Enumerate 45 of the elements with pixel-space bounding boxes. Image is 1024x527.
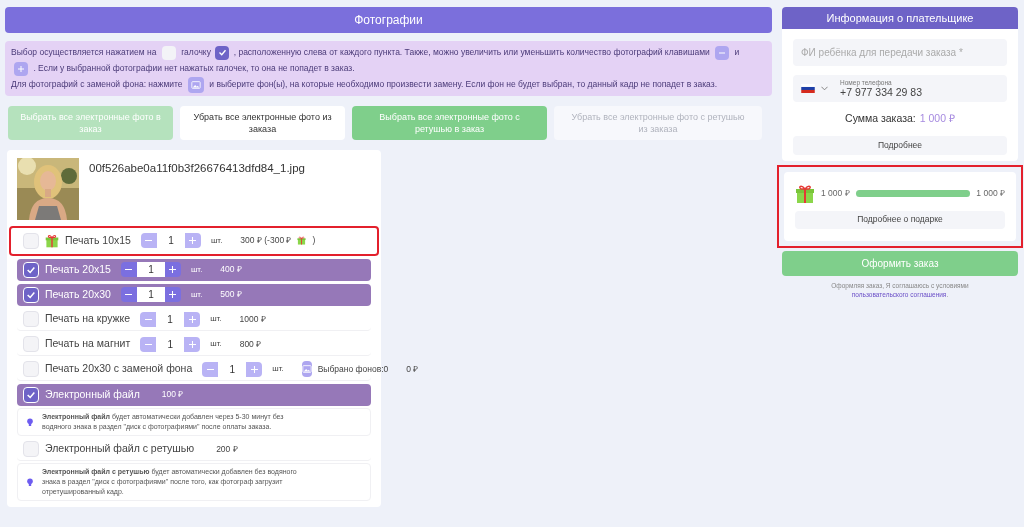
option-label: Электронный файл xyxy=(45,386,140,402)
details-button[interactable]: Подробнее xyxy=(793,135,1007,155)
instruction-text: , расположенную слева от каждого пункта. Также, можно увеличить или уменьшить количество фотографий клавишами xyxy=(233,47,710,57)
price-label: 1000 ₽ xyxy=(239,312,266,326)
gift-current: 1 000 ₽ xyxy=(821,187,850,201)
phone-value: +7 977 334 29 83 xyxy=(840,86,923,97)
card-title: Информация о плательщике xyxy=(782,7,1018,29)
unit-label: шт. xyxy=(190,263,203,276)
backgrounds-count: Выбрано фонов:0 xyxy=(317,362,389,376)
instruction-text: и выберите фон(ы), на которые необходимо произвести замену. Если фон не будет выбран, то данный кадр не попадет в заказ. xyxy=(209,79,717,89)
page-header: Фотографии xyxy=(5,7,772,33)
file-name: 00f526abe0a11f0b3f26676413dfd84_1.jpg xyxy=(89,160,305,176)
instruction-text: и xyxy=(734,47,740,57)
name-field[interactable]: ФИ ребёнка для передачи заказа * xyxy=(793,39,1007,66)
unit-label: шт. xyxy=(210,313,222,326)
unit-label: шт. xyxy=(190,288,203,301)
sum-value: 1 000 ₽ xyxy=(919,111,955,126)
bulk-select-button[interactable]: Убрать все электронные фото из заказа xyxy=(180,105,345,140)
instruction-text: . Если у выбранной фотографии нет нажатых галочек, то она не попадет в заказ. xyxy=(33,63,355,73)
quantity-field[interactable]: 1 xyxy=(136,287,165,303)
unit-label: шт. xyxy=(210,338,222,351)
quantity-field[interactable]: 1 xyxy=(136,262,165,278)
price-label: 100 ₽ xyxy=(161,388,184,402)
sum-label: Сумма заказа: xyxy=(845,111,916,126)
price-label: 0 ₽ xyxy=(406,362,419,376)
price-label: 500 ₽ xyxy=(220,288,242,302)
option-label: Печать 20x30 с заменой фона xyxy=(45,361,193,377)
unit-label: шт. xyxy=(210,234,223,247)
gift-details-button[interactable]: Подробнее о подарке xyxy=(795,210,1005,229)
option-label: Печать на кружке xyxy=(45,311,131,327)
price-label: 400 ₽ xyxy=(220,263,242,277)
option-label: Печать 20x30 xyxy=(45,286,111,302)
gift-target: 1 000 ₽ xyxy=(976,187,1005,201)
instruction-text: Для фотографий с заменой фона: нажмите xyxy=(11,79,183,89)
price-label: 800 ₽ xyxy=(239,337,262,351)
price-label: 300 ₽ (-300 ₽ xyxy=(240,234,292,248)
instruction-text: Выбор осуществляется нажатием на xyxy=(11,47,157,57)
option-label: Печать 10x15 xyxy=(65,232,131,248)
option-label: Печать 20x15 xyxy=(45,261,111,277)
price-label: 200 ₽ xyxy=(216,442,238,456)
option-label: Печать на магнит xyxy=(45,336,131,352)
price-label: ) xyxy=(312,234,316,248)
instruction-text: галочку xyxy=(181,47,211,57)
unit-label: шт. xyxy=(272,363,284,376)
option-label: Электронный файл с ретушью xyxy=(45,441,195,457)
